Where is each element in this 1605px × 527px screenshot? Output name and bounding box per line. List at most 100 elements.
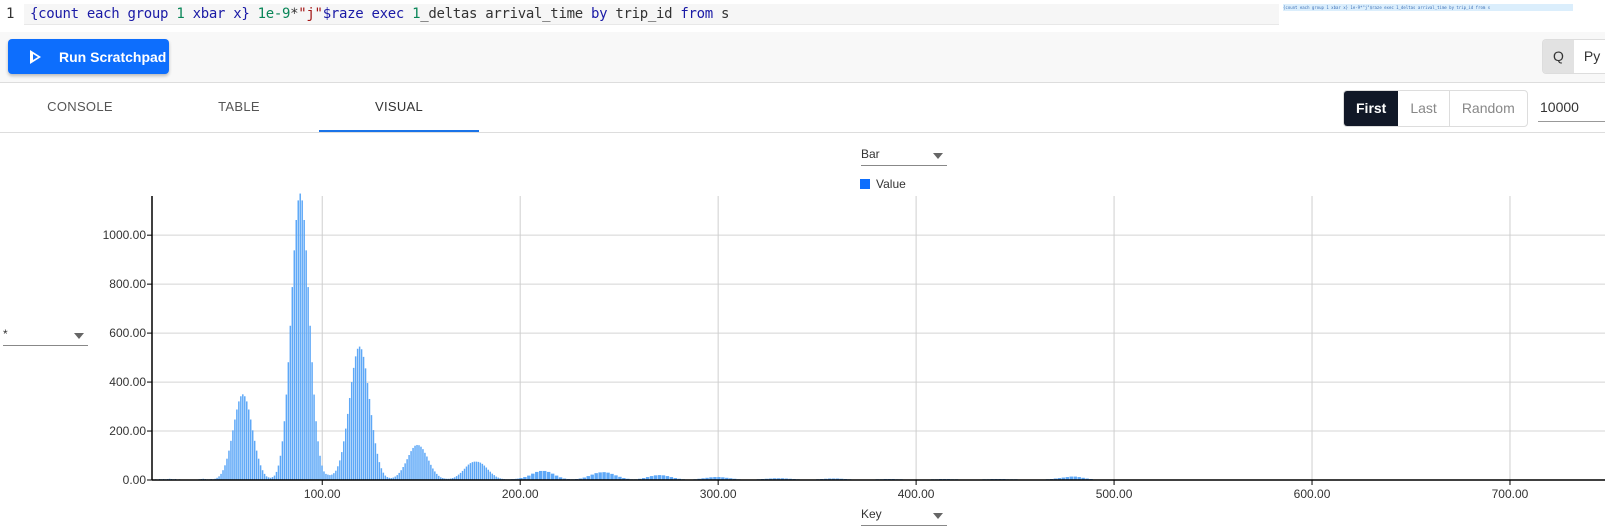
bar bbox=[426, 456, 428, 480]
bar bbox=[293, 250, 296, 480]
bar bbox=[406, 459, 408, 480]
x-tick-label: 400.00 bbox=[898, 487, 935, 501]
bar bbox=[222, 470, 224, 480]
bar bbox=[535, 471, 539, 480]
x-column-dropdown[interactable]: Key bbox=[861, 507, 947, 526]
bar bbox=[291, 287, 294, 480]
bar bbox=[420, 446, 422, 480]
y-tick-label: 200.00 bbox=[109, 424, 146, 438]
bar bbox=[370, 415, 373, 480]
bar bbox=[319, 455, 321, 480]
bar bbox=[360, 349, 363, 480]
x-tick-label: 600.00 bbox=[1294, 487, 1331, 501]
bar bbox=[257, 458, 260, 480]
bar bbox=[327, 474, 329, 480]
bar bbox=[352, 367, 355, 480]
bar bbox=[479, 462, 482, 480]
bar bbox=[546, 471, 551, 480]
bar bbox=[378, 462, 381, 480]
bar bbox=[542, 470, 547, 480]
y-tick-label: 800.00 bbox=[109, 277, 146, 291]
bar bbox=[459, 472, 462, 480]
bar bbox=[598, 472, 602, 480]
chart-type-dropdown[interactable]: Bar bbox=[861, 147, 947, 166]
bar bbox=[289, 325, 292, 480]
bar bbox=[224, 465, 226, 480]
bar bbox=[463, 468, 466, 480]
bar bbox=[311, 362, 313, 480]
bar bbox=[368, 398, 371, 480]
bar bbox=[485, 467, 488, 480]
bar bbox=[418, 445, 420, 480]
bar bbox=[469, 463, 472, 480]
bar bbox=[220, 473, 222, 480]
chart-type-value: Bar bbox=[861, 147, 880, 161]
bar bbox=[457, 474, 460, 480]
x-tick-label: 700.00 bbox=[1492, 487, 1529, 501]
y-tick-label: 1000.00 bbox=[103, 228, 147, 242]
bar bbox=[376, 453, 379, 480]
bar bbox=[402, 467, 404, 480]
bar bbox=[404, 463, 406, 480]
bar bbox=[253, 440, 256, 480]
bar bbox=[380, 468, 383, 480]
bar bbox=[238, 401, 240, 480]
bar bbox=[412, 447, 414, 480]
bar bbox=[432, 468, 434, 480]
bar bbox=[283, 421, 286, 480]
bar bbox=[309, 325, 311, 480]
bar bbox=[236, 409, 238, 480]
legend-label: Value bbox=[876, 177, 906, 191]
bar bbox=[345, 428, 347, 480]
bar bbox=[475, 461, 478, 480]
bar bbox=[461, 470, 464, 480]
bar bbox=[277, 465, 280, 480]
bar bbox=[242, 394, 244, 480]
bar bbox=[410, 451, 412, 480]
x-tick-label: 200.00 bbox=[502, 487, 539, 501]
bar bbox=[487, 469, 490, 480]
bar-chart: 0.00 200.00 400.00 600.00 800.00 1000.00 100.0… bbox=[103, 193, 1605, 501]
bar bbox=[305, 250, 307, 480]
bar bbox=[249, 419, 252, 480]
bar bbox=[240, 396, 242, 480]
bar bbox=[287, 362, 290, 480]
bar bbox=[374, 443, 377, 480]
bar bbox=[246, 401, 248, 480]
bar bbox=[261, 470, 264, 480]
bar bbox=[416, 444, 418, 480]
bar bbox=[234, 419, 236, 480]
y-column-dropdown[interactable]: * bbox=[3, 327, 88, 346]
y-tick-label: 600.00 bbox=[109, 326, 146, 340]
bar bbox=[422, 449, 424, 480]
bar bbox=[465, 466, 468, 480]
bar bbox=[337, 466, 339, 480]
bar bbox=[366, 383, 369, 480]
bar bbox=[473, 461, 476, 480]
bar bbox=[434, 471, 436, 480]
bar bbox=[346, 413, 349, 480]
bar bbox=[255, 450, 258, 480]
bar bbox=[348, 397, 351, 480]
chevron-down-icon bbox=[933, 153, 943, 159]
bar bbox=[428, 460, 430, 480]
bar bbox=[531, 473, 535, 480]
bar bbox=[226, 458, 228, 480]
bar bbox=[315, 421, 317, 480]
bar bbox=[275, 471, 278, 480]
bar bbox=[331, 474, 333, 480]
bar bbox=[594, 473, 598, 480]
bar bbox=[244, 396, 246, 480]
bar bbox=[354, 356, 357, 480]
bar bbox=[358, 346, 361, 480]
bar bbox=[471, 462, 474, 480]
bar bbox=[364, 368, 367, 480]
bar bbox=[414, 445, 416, 480]
bar bbox=[539, 470, 543, 480]
bar bbox=[400, 470, 402, 480]
bar bbox=[339, 460, 341, 480]
bar bbox=[263, 473, 266, 480]
bar bbox=[295, 219, 297, 480]
bar bbox=[303, 219, 305, 480]
bar bbox=[232, 430, 234, 480]
